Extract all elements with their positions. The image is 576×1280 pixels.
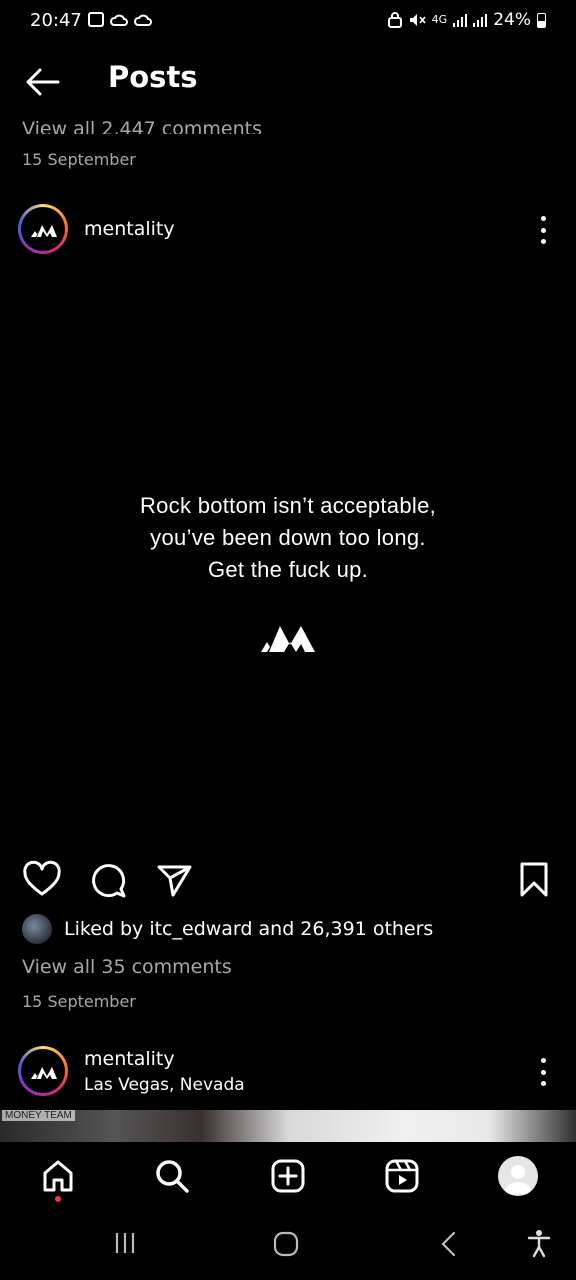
accessibility-icon[interactable]	[526, 1228, 552, 1258]
mentality-logo-icon	[31, 225, 57, 237]
signal-icon	[473, 13, 488, 27]
recent-apps-icon[interactable]	[112, 1230, 138, 1256]
save-bookmark-icon[interactable]	[516, 860, 552, 900]
previous-post-comments-link[interactable]: View all 2,447 comments	[22, 112, 262, 134]
likes-row[interactable]: Liked by itc_edward and 26,391 others	[22, 914, 433, 944]
quote-line: Rock bottom isn’t acceptable,	[139, 493, 437, 518]
gallery-icon	[88, 12, 104, 27]
liker-avatar[interactable]	[22, 914, 52, 944]
avatar[interactable]	[18, 1046, 68, 1096]
cloud-icon	[110, 14, 128, 26]
nav-create[interactable]	[266, 1154, 310, 1198]
arrow-left-icon	[26, 68, 60, 96]
mute-icon	[409, 14, 426, 26]
mentality-logo-icon	[31, 1067, 57, 1079]
avatar[interactable]	[18, 204, 68, 254]
nav-home[interactable]	[36, 1154, 80, 1198]
nav-profile[interactable]	[496, 1154, 540, 1198]
cloud-icon	[134, 14, 152, 26]
share-icon[interactable]	[155, 860, 195, 900]
back-nav-icon[interactable]	[436, 1230, 462, 1258]
battery-icon	[537, 12, 546, 28]
post-date: 15 September	[22, 992, 136, 1011]
notification-dot	[55, 1196, 61, 1202]
notification-icons	[88, 12, 152, 28]
previous-post-date: 15 September	[22, 150, 136, 169]
status-bar: 20:47 4G 24%	[0, 0, 576, 44]
battery-percent: 24%	[493, 10, 531, 30]
quote-line: Get the fuck up.	[207, 557, 369, 582]
image-caption-text: MONEY TEAM	[2, 1110, 75, 1121]
back-button[interactable]	[22, 62, 62, 102]
view-comments-link[interactable]: View all 35 comments	[22, 956, 232, 978]
like-heart-icon[interactable]	[22, 860, 62, 900]
signal-icon	[453, 13, 468, 27]
next-post-location[interactable]: Las Vegas, Nevada	[84, 1075, 245, 1095]
more-options-button[interactable]	[535, 216, 551, 244]
profile-icon	[498, 1156, 538, 1196]
comment-icon[interactable]	[88, 860, 128, 900]
post-username[interactable]: mentality	[84, 218, 175, 240]
status-icons-right: 4G 24%	[387, 10, 546, 30]
home-icon	[43, 1160, 73, 1192]
bottom-nav	[0, 1142, 576, 1212]
status-time: 20:47	[30, 10, 82, 31]
create-icon	[271, 1159, 305, 1193]
likes-text[interactable]: Liked by itc_edward and 26,391 others	[64, 918, 433, 940]
next-post-image[interactable]: MONEY TEAM	[0, 1110, 576, 1142]
system-nav-bar	[0, 1212, 576, 1280]
network-type: 4G	[431, 13, 448, 26]
next-post-username[interactable]: mentality	[84, 1048, 175, 1070]
more-options-button[interactable]	[535, 1058, 551, 1086]
page-title: Posts	[108, 60, 198, 94]
post-quote: Rock bottom isn’t acceptable, you’ve bee…	[0, 490, 576, 586]
nav-reels[interactable]	[380, 1154, 424, 1198]
search-icon	[156, 1160, 189, 1193]
quote-line: you’ve been down too long.	[150, 525, 426, 550]
reels-icon	[385, 1159, 419, 1193]
home-button-icon[interactable]	[272, 1230, 300, 1258]
mentality-logo-icon	[261, 626, 315, 652]
nav-search[interactable]	[150, 1154, 194, 1198]
lock-icon	[387, 12, 402, 28]
